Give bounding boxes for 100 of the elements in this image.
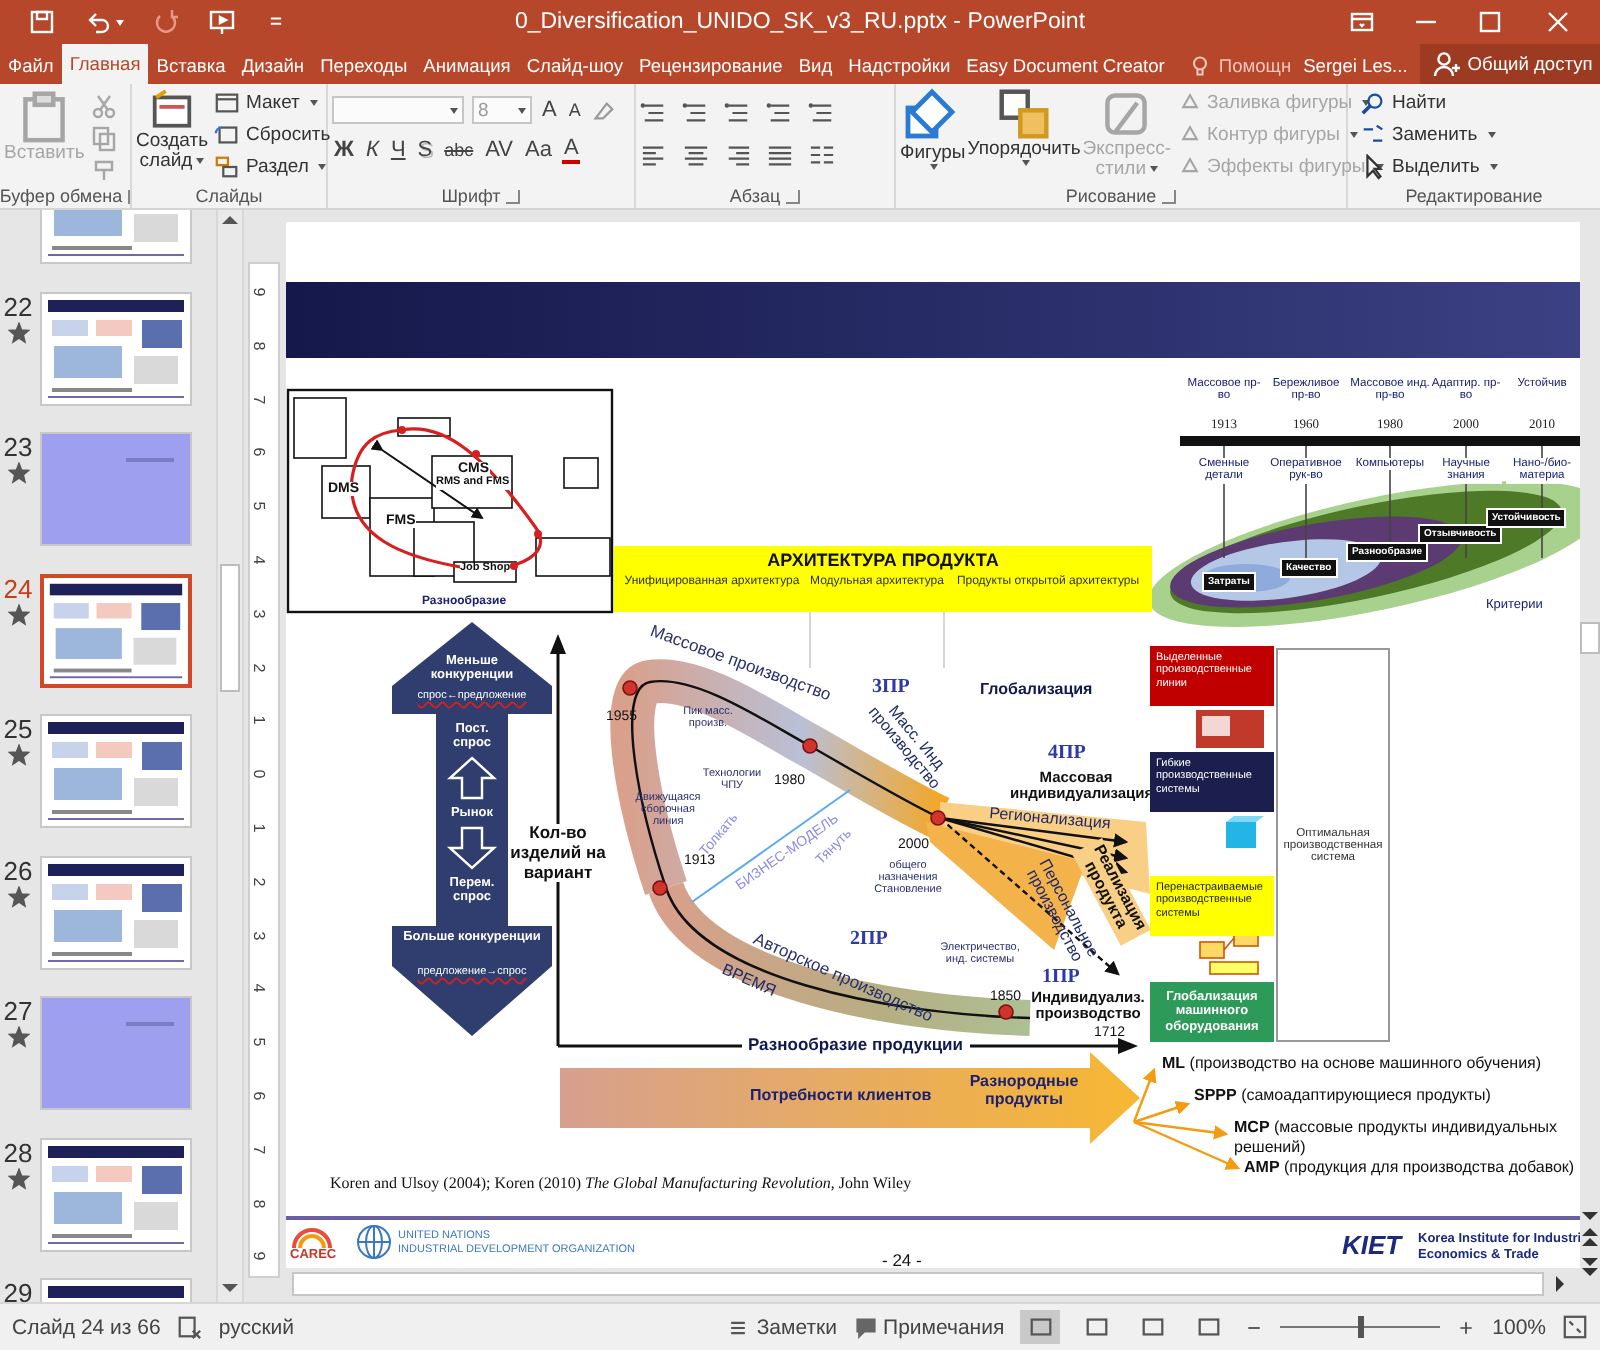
search-icon: [1360, 89, 1386, 115]
outdent-icon: [724, 99, 752, 125]
zoom-percent[interactable]: 100%: [1492, 1315, 1546, 1339]
chart-label: Глобализация: [980, 682, 1093, 699]
ruler-number: 7: [250, 1145, 267, 1155]
y-axis-label: Кол-во изделий на вариант: [510, 824, 606, 883]
scroll-right-icon[interactable]: [1552, 1276, 1568, 1292]
slide-thumbnail[interactable]: [40, 996, 192, 1110]
ribbon-tab[interactable]: Надстройки: [840, 48, 959, 84]
indent-icon: [766, 99, 794, 125]
plus-icon: [1456, 1317, 1477, 1337]
format-button[interactable]: S: [415, 138, 435, 162]
layout-button[interactable]: Макет: [214, 88, 331, 116]
slide-thumbnail[interactable]: [40, 432, 192, 546]
scroll-thumb[interactable]: [1580, 622, 1600, 654]
ribbon-tab[interactable]: Рецензирование: [631, 48, 791, 84]
user-name[interactable]: Sergei Les...: [1303, 48, 1408, 84]
ribbon-tab[interactable]: Easy Document Creator: [958, 48, 1173, 84]
down-arrow-icon: [446, 826, 498, 870]
new-slide-button[interactable]: Создать слайд: [136, 88, 208, 174]
comments-button[interactable]: Примечания: [853, 1315, 1005, 1339]
caret-icon: [1489, 163, 1498, 169]
logo-text: KIET: [1342, 1230, 1402, 1260]
group-label: Редактирование: [1405, 186, 1543, 206]
language-label[interactable]: русский: [218, 1315, 295, 1339]
ruler-number: 6: [250, 448, 267, 458]
caret-icon: [116, 19, 124, 25]
caret-icon: [518, 107, 526, 113]
ribbon-display-icon: [1348, 8, 1376, 36]
ribbon-tab[interactable]: Слайд-шоу: [518, 48, 632, 84]
milestone-dot: [998, 1004, 1014, 1020]
replace-icon: [1360, 121, 1386, 147]
cube-icon: [1226, 816, 1264, 848]
chart-label: 2ПР: [850, 930, 888, 951]
scroll-thumb[interactable]: [220, 564, 240, 692]
arrange-button[interactable]: Упорядочить: [967, 88, 1081, 167]
format-button[interactable]: Ч: [388, 138, 408, 162]
slide-thumbnail[interactable]: [40, 855, 192, 969]
slide-thumbnail[interactable]: [40, 1137, 192, 1251]
numbering-icon: [682, 99, 710, 125]
grid-view-icon: [1083, 1314, 1110, 1340]
slide-number: 23: [3, 432, 33, 462]
share-button[interactable]: Общий доступ: [1419, 44, 1600, 84]
group-label: Буфер обмена: [0, 186, 123, 206]
format-button[interactable]: AV: [483, 138, 515, 162]
format-button[interactable]: Aa: [523, 138, 554, 162]
ruler-number: 8: [250, 341, 267, 351]
view-button[interactable]: [1020, 1310, 1061, 1344]
ruler-number: 5: [250, 501, 267, 511]
reset-button[interactable]: Сбросить: [214, 120, 331, 148]
caret-icon: [1022, 160, 1031, 167]
dialog-launcher-icon[interactable]: [506, 189, 521, 203]
ribbon-tab[interactable]: Переходы: [312, 48, 416, 84]
scroll-down-icon[interactable]: [222, 1282, 238, 1294]
ribbon-tab[interactable]: Вставка: [148, 48, 234, 84]
section-icon: [214, 153, 240, 179]
ribbon-tab[interactable]: Вид: [790, 48, 841, 84]
ribbon-tab[interactable]: Файл: [0, 48, 62, 84]
lightbulb-icon: [1188, 54, 1213, 78]
replace-button[interactable]: Заменить: [1360, 120, 1498, 148]
cursor-icon: [1360, 153, 1386, 179]
bullets-icon: [640, 99, 668, 125]
columns-icon: [808, 141, 836, 167]
ruler-number: 3: [250, 609, 267, 619]
normal-view-icon: [1027, 1314, 1054, 1340]
tell-me-field[interactable]: Помощн: [1188, 48, 1292, 84]
caret-icon: [1150, 166, 1159, 173]
window-title: 0_Diversification_UNIDO_SK_v3_RU.pptx - PowerPoint: [514, 10, 1086, 34]
format-button[interactable]: К: [363, 138, 381, 162]
slide-thumbnail[interactable]: [40, 291, 192, 405]
font-size-button[interactable]: A: [540, 98, 559, 122]
select-button[interactable]: Выделить: [1360, 152, 1498, 180]
line-spacing-icon: [808, 99, 836, 125]
font-name-field[interactable]: [332, 96, 464, 124]
thumbnail-scrollbar[interactable]: [216, 210, 244, 1302]
ribbon-tab[interactable]: Анимация: [415, 48, 519, 84]
ribbon-tab[interactable]: Дизайн: [233, 48, 313, 84]
ruler-number: 4: [250, 984, 267, 994]
shapes-button[interactable]: Фигуры: [900, 88, 966, 171]
slide-thumbnail[interactable]: [40, 714, 192, 828]
future-item: ML (производство на основе машинного обучения): [1162, 1054, 1542, 1074]
ribbon-tab[interactable]: Главная: [61, 44, 149, 84]
format-button[interactable]: abc: [442, 140, 476, 160]
future-item: AMP (продукция для производства добавок): [1244, 1158, 1577, 1178]
scroll-up-icon[interactable]: [222, 214, 238, 226]
dialog-launcher-icon[interactable]: [786, 189, 801, 203]
slide-thumbnail[interactable]: [40, 573, 192, 687]
notes-button[interactable]: Заметки: [726, 1315, 838, 1339]
section-button[interactable]: Раздел: [214, 152, 331, 180]
font-size-button[interactable]: A: [566, 96, 583, 124]
milestone-dot: [802, 738, 818, 754]
dialog-launcher-icon[interactable]: [1162, 189, 1177, 203]
presentation-icon: [1195, 1314, 1222, 1340]
slide-nav-icon[interactable]: [1582, 1210, 1598, 1282]
format-button[interactable]: A: [561, 137, 581, 163]
page-number: - 24 -: [882, 1250, 922, 1268]
zoom-thumb[interactable]: [1358, 1316, 1365, 1338]
format-button[interactable]: Ж: [332, 138, 356, 162]
person-plus-icon: [1431, 50, 1460, 78]
horizontal-scrollbar[interactable]: [292, 1272, 1544, 1296]
